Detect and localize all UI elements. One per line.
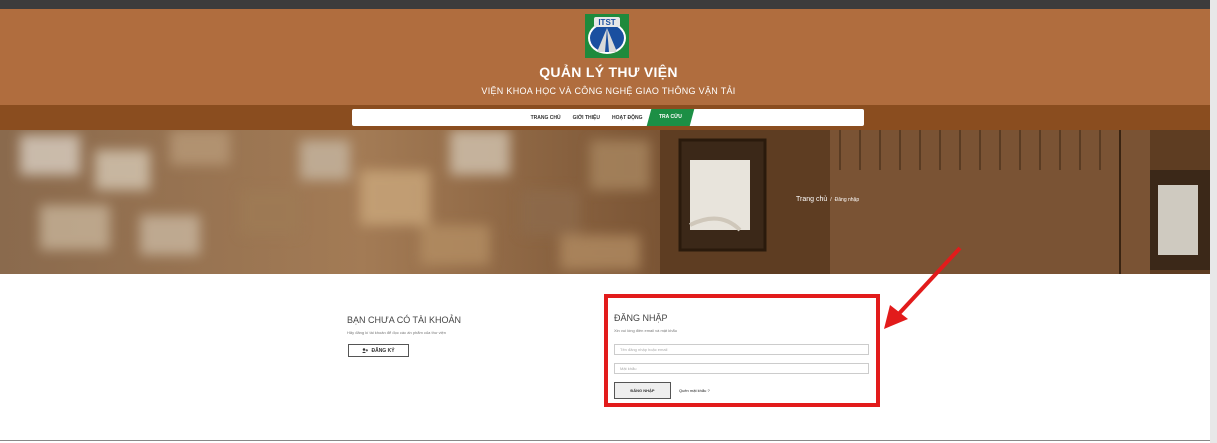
library-drawers-photo: [0, 130, 1210, 274]
site-header: ITST QUẢN LÝ THƯ VIỆN VIỆN KHOA HỌC VÀ C…: [0, 9, 1217, 105]
register-heading: BẠN CHƯA CÓ TÀI KHOẢN: [347, 315, 462, 325]
footer-divider: [0, 440, 1217, 441]
add-user-icon: [362, 348, 369, 353]
scrollbar[interactable]: [1210, 0, 1217, 443]
username-input[interactable]: [614, 344, 869, 355]
breadcrumb-home[interactable]: Trang chủ: [796, 196, 827, 203]
top-strip: [0, 0, 1217, 9]
site-subtitle: VIỆN KHOA HỌC VÀ CÔNG NGHỆ GIAO THÔNG VẬ…: [481, 86, 736, 96]
nav-item-home[interactable]: TRANG CHỦ: [525, 115, 567, 121]
nav-item-search[interactable]: TRA CỨU: [646, 109, 694, 126]
register-button-label: ĐĂNG KÝ: [371, 347, 395, 354]
login-text: Xin vui lòng điền email và mật khẩu: [614, 328, 677, 333]
nav-item-about[interactable]: GIỚI THIỆU: [567, 115, 606, 121]
breadcrumb-separator: /: [830, 197, 832, 203]
register-button[interactable]: ĐĂNG KÝ: [348, 344, 409, 357]
red-arrow-annotation: [884, 246, 962, 329]
breadcrumb: Trang chủ / Đăng nhập: [796, 196, 859, 203]
main-nav: TRANG CHỦ GIỚI THIỆU HOẠT ĐỘNG TRA CỨU: [352, 109, 864, 126]
nav-band: TRANG CHỦ GIỚI THIỆU HOẠT ĐỘNG TRA CỨU: [0, 105, 1217, 130]
password-input[interactable]: [614, 363, 869, 374]
hero-banner: Trang chủ / Đăng nhập: [0, 130, 1210, 274]
logo-text: ITST: [598, 18, 615, 27]
breadcrumb-current: Đăng nhập: [834, 197, 860, 203]
nav-item-activities[interactable]: HOẠT ĐỘNG: [606, 115, 649, 121]
login-button[interactable]: ĐĂNG NHẬP: [614, 382, 671, 399]
register-text: Hãy đăng kí tài khoản để đọc các ấn phẩm…: [347, 330, 446, 335]
forgot-password-link[interactable]: Quên mật khẩu ?: [679, 388, 710, 393]
login-heading: ĐĂNG NHẬP: [614, 313, 668, 323]
itst-logo[interactable]: ITST: [585, 14, 629, 58]
nav-item-search-label: TRA CỨU: [658, 114, 682, 120]
site-title: QUẢN LÝ THƯ VIỆN: [539, 64, 678, 80]
